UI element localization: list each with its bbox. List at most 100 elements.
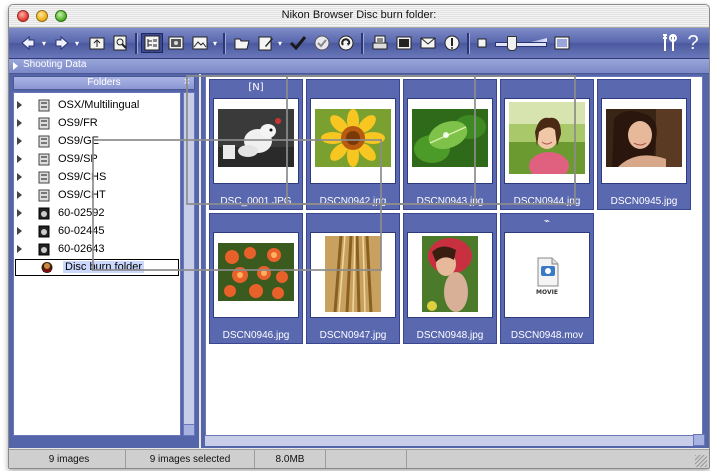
tree-item[interactable]: OS9/CHT [14,187,180,204]
tree-item[interactable]: 60-02592 [14,205,180,222]
thumbnail-image-leaf [412,109,488,167]
thumbnail-item[interactable]: [N] DSC_0001.JPG [209,79,303,210]
thumbnail-item[interactable]: DSCN0946.jpg [209,213,303,344]
tree-item-label: OS9/CHS [58,171,107,183]
small-thumb-icon [473,33,491,53]
edit-menu-icon[interactable]: ▾ [276,33,284,53]
check-icon[interactable] [287,33,309,53]
thumbnail-frame: MOVIE [504,232,590,318]
print-icon[interactable] [369,33,391,53]
tools-icon[interactable] [659,33,681,53]
thumbnail-header [210,214,302,230]
tree-view-icon[interactable] [141,33,163,53]
disclosure-triangle-icon[interactable] [17,191,22,199]
disclosure-triangle-icon[interactable] [17,173,22,181]
browser-window: Nikon Browser Disc burn folder: ▾ ▾ ▾ ▾ … [8,4,710,469]
disclosure-triangle-icon[interactable] [17,245,22,253]
movie-badge-icon: ⌁ [501,214,593,230]
disclosure-triangle-icon[interactable] [17,119,22,127]
disc-icon [38,171,50,184]
thumbnail-item[interactable]: DSCN0945.jpg [597,79,691,210]
disclosure-triangle-icon[interactable] [17,227,22,235]
tree-item[interactable]: 60-02643 [14,241,180,258]
tree-item-label: OS9/FR [58,117,98,129]
thumbnail-image-sunflower [315,109,391,167]
status-bar: 9 images 9 images selected 8.0MB [9,449,709,468]
total-size: 8.0MB [255,450,326,468]
tree-item[interactable]: OS9/GE [14,133,180,150]
shooting-data-bar[interactable]: Shooting Data [9,59,709,74]
disclosure-triangle-icon[interactable] [13,62,18,70]
tree-item[interactable]: OSX/Multilingual [14,97,180,114]
thumbnail-header [598,80,690,96]
zoom-icon[interactable] [110,33,132,53]
thumbnail-scrollbar[interactable] [205,434,705,446]
shooting-data-label: Shooting Data [23,59,87,70]
resize-grip-icon[interactable] [695,455,707,467]
tree-item[interactable]: OS9/SP [14,151,180,168]
thumbnail-item[interactable]: DSCN0944.jpg [500,79,594,210]
thumbnail-grid: [N] DSC_0001.JPG DSCN0942.jpg DSCN0943.j… [92,75,703,436]
open-folder-icon[interactable] [231,33,253,53]
image-folder-menu-icon[interactable]: ▾ [211,33,219,53]
thumbnail-frame [213,232,299,318]
preview-size-icon[interactable] [551,33,573,53]
folder-view-icon[interactable] [165,33,187,53]
tree-item[interactable]: OS9/CHS [14,169,180,186]
disclosure-triangle-icon[interactable] [17,137,22,145]
thumbnail-item[interactable]: DSCN0947.jpg [306,213,400,344]
movie-file-icon [537,257,559,287]
forward-menu-icon[interactable]: ▾ [73,33,81,53]
folder-up-icon[interactable] [86,33,108,53]
tree-item[interactable]: 60-02445 [14,223,180,240]
tree-item-label: OS9/CHT [58,189,106,201]
thumbnail-header [404,214,496,230]
folder-tree-scrollbar[interactable] [183,92,195,436]
thumbnail-filename: DSCN0948.mov [510,330,584,341]
mail-icon[interactable] [417,33,439,53]
tree-item[interactable]: OS9/FR [14,115,180,132]
close-icon[interactable]: × [184,76,190,88]
thumbnail-item[interactable]: DSCN0943.jpg [403,79,497,210]
slideshow-icon[interactable] [393,33,415,53]
tree-item-label: 60-02643 [58,243,105,255]
scroll-down-button[interactable] [184,424,194,435]
thumbnail-frame [601,98,687,184]
disclosure-triangle-icon[interactable] [17,155,22,163]
help-icon[interactable]: ? [682,32,704,54]
disclosure-triangle-icon[interactable] [17,209,22,217]
web-icon[interactable] [441,33,463,53]
thumbnail-header [307,80,399,96]
thumbnail-filename: DSC_0001.JPG [220,196,292,207]
thumbnail-size-slider[interactable] [493,36,549,51]
thumbnail-item[interactable]: ⌁ MOVIE DSCN0948.mov [500,213,594,344]
folder-tree: OSX/Multilingual OS9/FR OS9/GE OS9/SP OS [13,92,181,436]
thumbnail-filename: DSCN0945.jpg [610,196,678,207]
disclosure-triangle-icon[interactable] [17,101,22,109]
rotate-icon[interactable] [335,33,357,53]
thumbnail-item[interactable]: DSCN0942.jpg [306,79,400,210]
thumbnail-image-woman-portrait [606,109,682,167]
scroll-corner-button[interactable] [693,434,705,446]
disc-icon [38,153,50,166]
forward-icon[interactable] [51,33,73,53]
thumbnail-filename: DSCN0944.jpg [513,196,581,207]
tree-item-label: 60-02445 [58,225,105,237]
thumbnail-image-dog [218,109,294,167]
edit-icon[interactable] [255,33,277,53]
image-folder-icon[interactable] [189,33,211,53]
back-menu-icon[interactable]: ▾ [40,33,48,53]
protect-icon[interactable] [311,33,333,53]
thumbnail-frame [310,232,396,318]
tree-item-disc-burn-folder[interactable]: Disc burn folder [15,259,179,276]
camera-card-icon [38,243,50,256]
slider-thumb[interactable] [507,36,517,51]
tree-item-label: Disc burn folder [63,261,145,273]
thumbnail-item[interactable]: DSCN0948.jpg [403,213,497,344]
folders-panel: Folders × OSX/Multilingual OS9/FR OS9/GE [9,74,199,448]
disc-icon [38,189,50,202]
toolbar-separator [361,33,364,54]
image-count: 9 images [13,450,126,468]
back-icon[interactable] [17,33,39,53]
thumbnail-header [501,80,593,96]
